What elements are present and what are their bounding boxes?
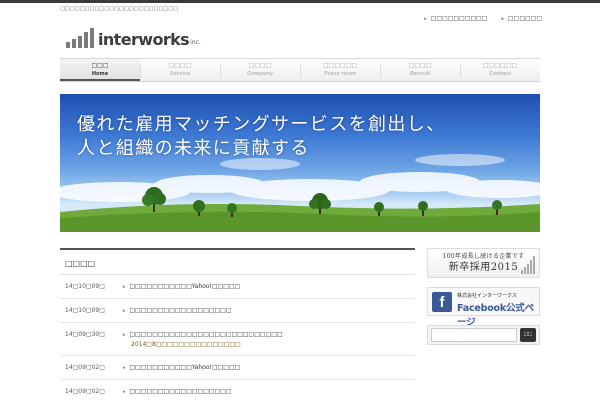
top-links: □□□□□□□□□□ □□□□□□ — [424, 15, 542, 22]
news-section: □□□□ 14□10□09□ □□□□□□□□□□□Yahoo!□□□□□ 14… — [60, 248, 415, 400]
nav-recruit-en: Recruit — [409, 71, 431, 77]
facebook-icon: f — [432, 292, 452, 312]
nav-company-jp: □□□□ — [248, 62, 272, 69]
news-date: 14□10□09□ — [65, 283, 105, 290]
news-date: 14□09□02□ — [65, 388, 105, 395]
news-item[interactable]: 14□10□09□ □□□□□□□□□□□□□□□□□□ — [60, 299, 415, 323]
news-link-text: □□□□□□□□□□□□□□□□□□□□□□□□□□□ — [129, 331, 283, 338]
nav-home-jp: □□□ — [91, 62, 109, 69]
news-link[interactable]: □□□□□□□□□□□□□□□□□□ — [123, 387, 415, 397]
news-link-text: □□□□□□□□□□□Yahoo!□□□□□ — [129, 364, 241, 371]
logo-suffix: inc. — [190, 39, 201, 46]
nav-company-en: Company — [246, 71, 274, 77]
search-box: □□ — [427, 325, 540, 345]
recruit-banner[interactable]: 100年成長し続ける企業です 新卒採用2015 — [427, 248, 540, 278]
nav-contact-jp: □□□□□□ — [482, 62, 517, 69]
facebook-banner-title: Facebook公式ページ — [457, 303, 534, 328]
nav-contact[interactable]: □□□□□□ Contact — [460, 59, 540, 81]
hero-headline-2: 人と組織の未来に貢献する — [77, 138, 310, 159]
top-border — [0, 0, 600, 3]
nav-service-en: Service — [169, 71, 191, 77]
search-button[interactable]: □□ — [520, 328, 536, 342]
news-date: 14□09□02□ — [65, 364, 105, 371]
hero-banner: 優れた雇用マッチングサービスを創出し、 人と組織の未来に貢献する — [60, 94, 540, 232]
nav-service[interactable]: □□□□ Service — [140, 59, 220, 81]
news-title: □□□□ — [60, 248, 415, 275]
news-link-text: □□□□□□□□□□□□□□□□□□ — [129, 307, 232, 314]
nav-service-jp: □□□□ — [168, 62, 192, 69]
news-link[interactable]: □□□□□□□□□□□□□□□□□□□□□□□□□□□ 2014□8□□□□□□□… — [123, 330, 415, 349]
news-link[interactable]: □□□□□□□□□□□Yahoo!□□□□□ — [123, 363, 415, 373]
facebook-banner-company: 株式会社インターワークス — [457, 293, 517, 299]
news-item[interactable]: 14□09□30□ □□□□□□□□□□□□□□□□□□□□□□□□□□□ 201… — [60, 323, 415, 356]
nav-press-room[interactable]: □□□□□□ Press room — [300, 59, 380, 81]
nav-company[interactable]: □□□□ Company — [220, 59, 300, 81]
nav-recruit[interactable]: □□□□ Recruit — [380, 59, 460, 81]
nav-recruit-jp: □□□□ — [408, 62, 432, 69]
nav-press-room-en: Press room — [324, 71, 356, 77]
facebook-banner[interactable]: f 株式会社インターワークス Facebook公式ページ — [427, 287, 540, 328]
recruit-bars-icon — [521, 256, 535, 274]
main-nav: □□□ Home □□□□ Service □□□□ Company □□□□□… — [60, 58, 540, 82]
news-link[interactable]: □□□□□□□□□□□□□□□□□□ — [123, 306, 415, 316]
site-logo[interactable]: interworks inc. — [66, 28, 201, 48]
nav-home-en: Home — [91, 71, 109, 77]
news-link-text: □□□□□□□□□□□□□□□□□□ — [129, 388, 232, 395]
news-item[interactable]: 14□09□02□ □□□□□□□□□□□□□□□□□□ — [60, 380, 415, 400]
news-item[interactable]: 14□10□09□ □□□□□□□□□□□Yahoo!□□□□□ — [60, 275, 415, 299]
top-link-2[interactable]: □□□□□□ — [501, 15, 542, 22]
top-link-1[interactable]: □□□□□□□□□□ — [424, 15, 488, 22]
nav-press-room-jp: □□□□□□ — [322, 62, 357, 69]
site-tagline: □□□□□□□□□□□□□□□□□□□□□□□□ — [60, 6, 179, 12]
nav-home[interactable]: □□□ Home — [60, 59, 140, 81]
news-link[interactable]: □□□□□□□□□□□Yahoo!□□□□□ — [123, 282, 415, 292]
news-item[interactable]: 14□09□02□ □□□□□□□□□□□Yahoo!□□□□□ — [60, 356, 415, 380]
news-date: 14□10□09□ — [65, 307, 105, 314]
logo-text: interworks — [98, 30, 190, 49]
news-link-text: □□□□□□□□□□□Yahoo!□□□□□ — [129, 283, 241, 290]
search-input[interactable] — [431, 328, 517, 342]
news-date: 14□09□30□ — [65, 331, 105, 338]
news-link-subtext: 2014□8□□□□□□□□□□□□□□□ — [131, 341, 241, 348]
logo-bars-icon — [66, 28, 94, 48]
nav-contact-en: Contact — [489, 71, 511, 77]
hero-headline-1: 優れた雇用マッチングサービスを創出し、 — [77, 114, 446, 135]
